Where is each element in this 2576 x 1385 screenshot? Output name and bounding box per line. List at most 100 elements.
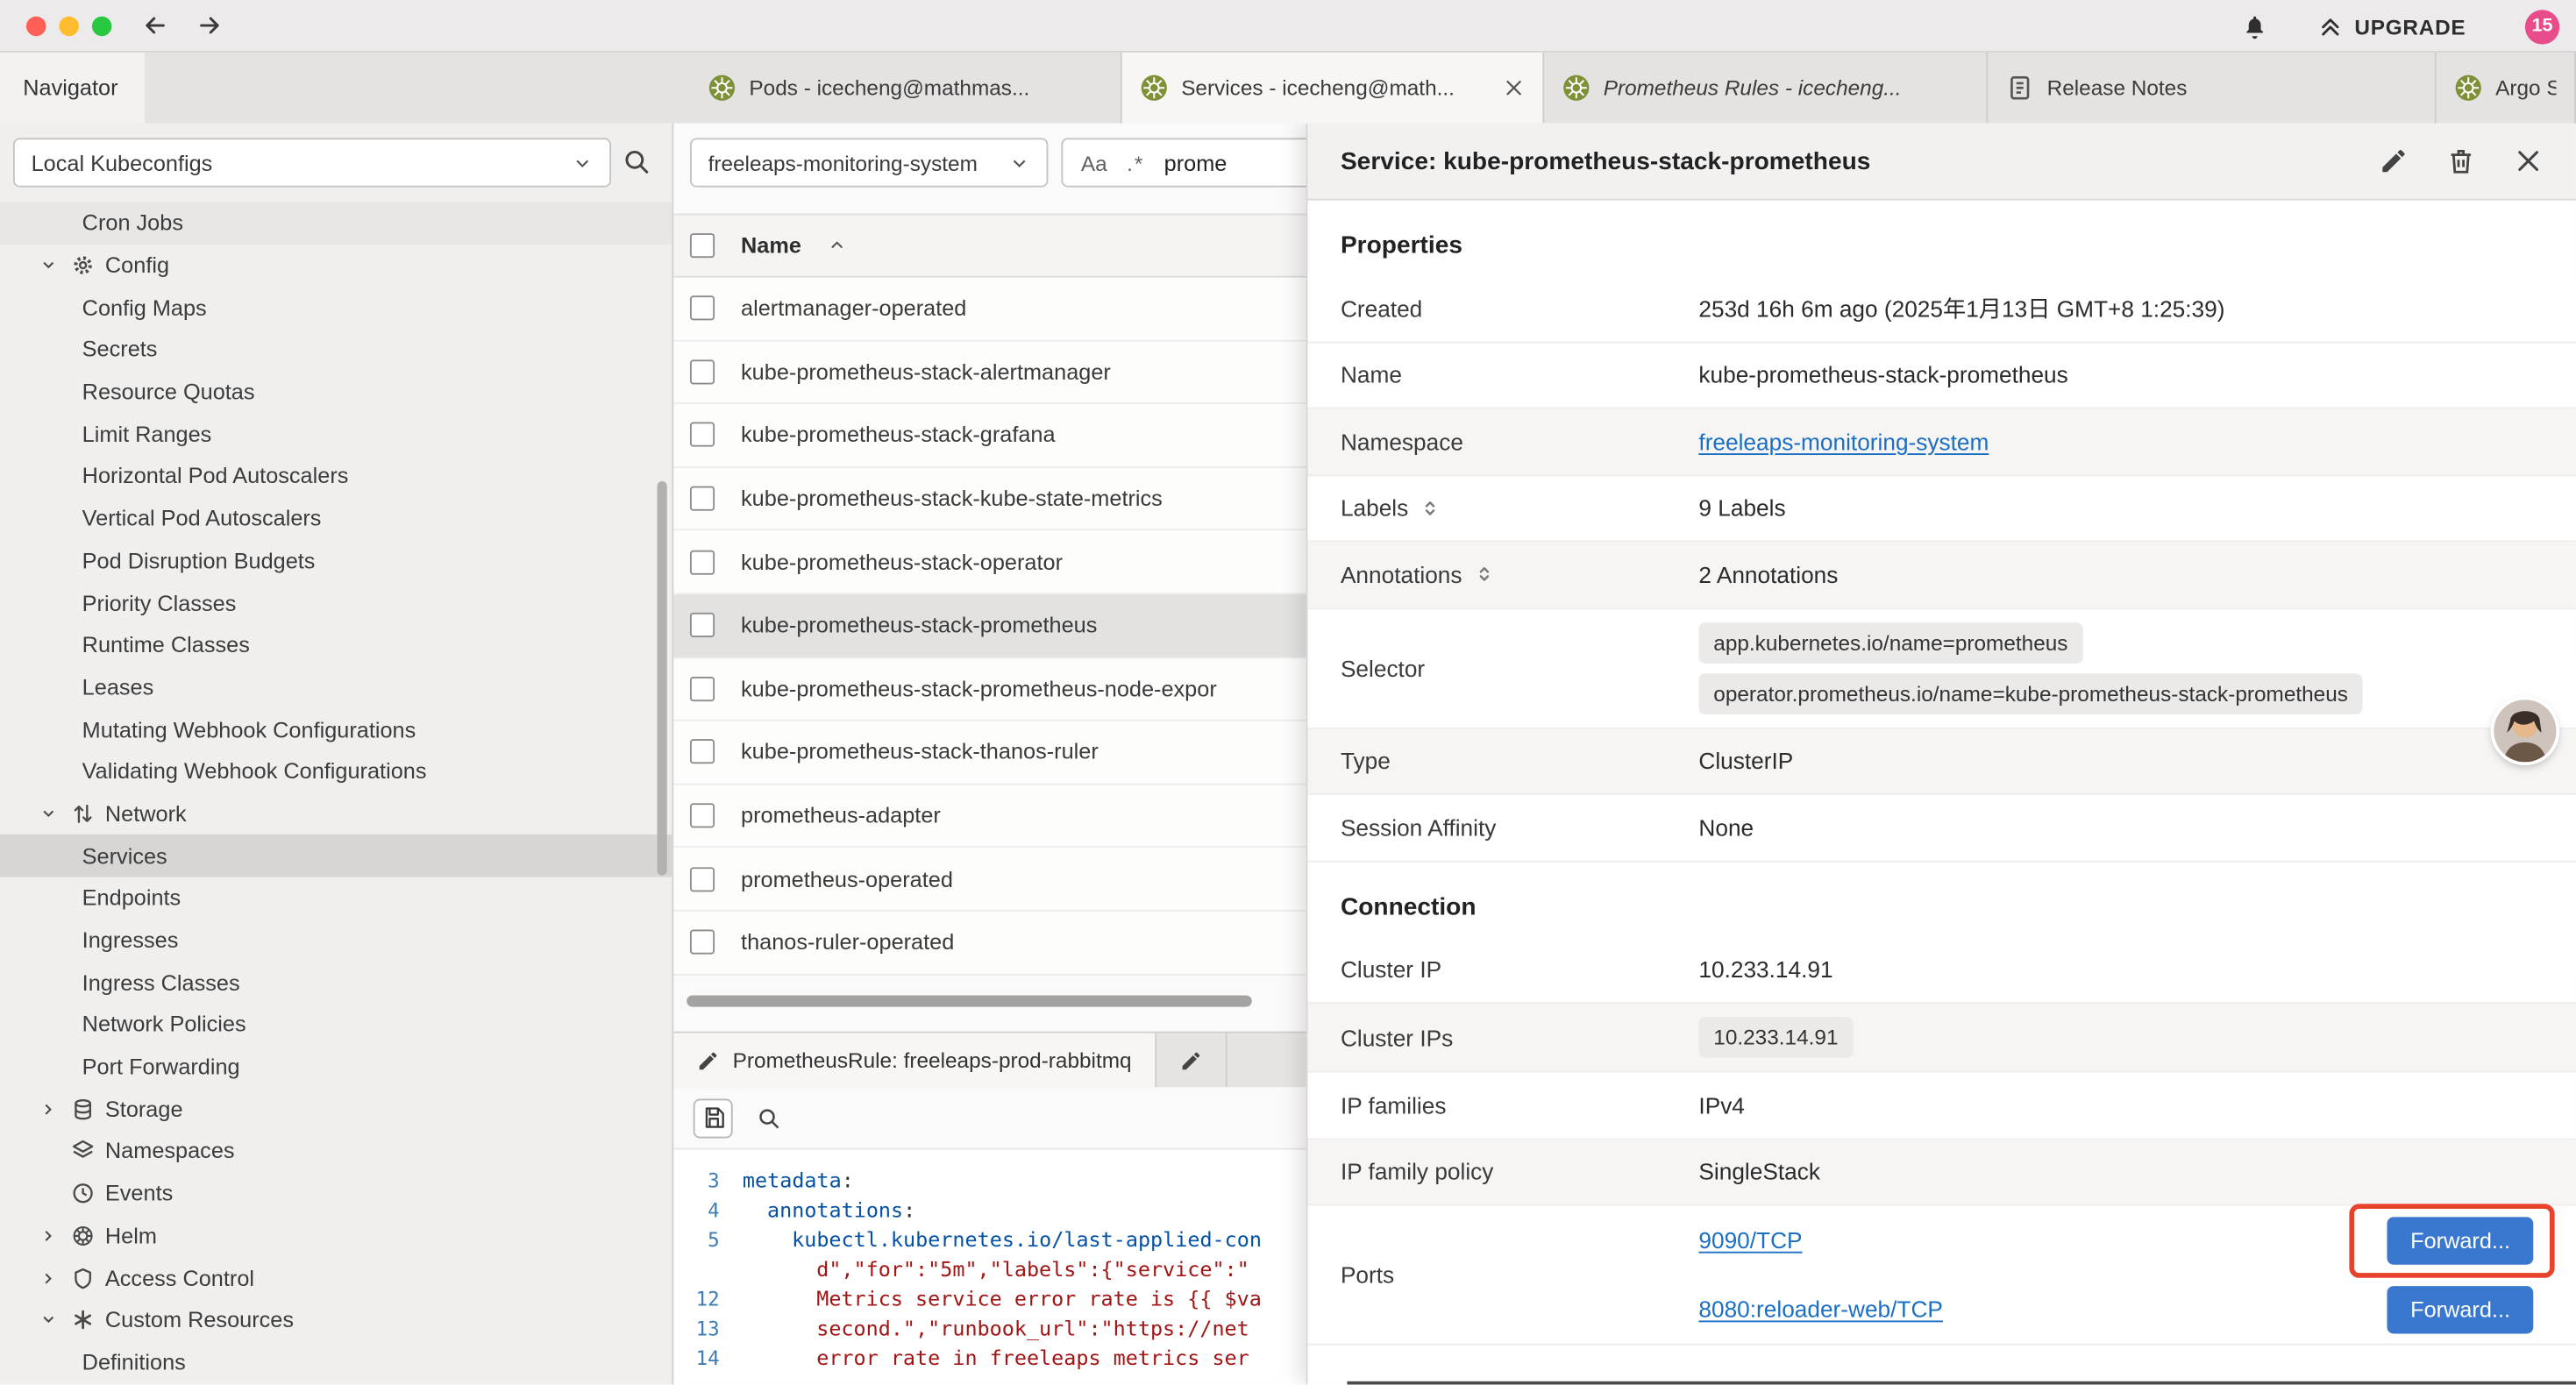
sidebar-item-leases[interactable]: Leases (0, 666, 672, 708)
property-value: 9 Labels (1698, 494, 1785, 521)
sidebar-item-label: Namespaces (105, 1139, 235, 1163)
regex-toggle[interactable]: .* (1127, 150, 1144, 174)
dock-tab[interactable]: PrometheusRule: freeleaps-prod-rabbitmq (673, 1033, 1156, 1088)
table-horizontal-scrollbar[interactable] (687, 995, 1298, 1008)
sort-toggle-icon[interactable] (1474, 564, 1495, 585)
property-value: kube-prometheus-stack-prometheus (1698, 362, 2067, 388)
sidebar-item-access-control[interactable]: Access Control (0, 1257, 672, 1299)
namespace-selector[interactable]: freeleaps-monitoring-system (690, 138, 1048, 187)
sidebar-item-definitions[interactable]: Definitions (0, 1341, 672, 1383)
sidebar-item-label: Network (105, 801, 187, 826)
service-details-drawer: Service: kube-prometheus-stack-prometheu… (1306, 124, 2576, 1385)
sidebar-item-config-maps[interactable]: Config Maps (0, 287, 672, 329)
tab-release-notes[interactable]: Release Notes (1988, 53, 2437, 124)
minimize-window-button[interactable] (59, 17, 78, 36)
port-link[interactable]: 9090/TCP (1698, 1227, 1802, 1254)
property-row-session-affinity: Session AffinityNone (1307, 795, 2575, 862)
dock-tab[interactable] (1156, 1033, 1228, 1088)
row-checkbox[interactable] (690, 867, 715, 891)
sort-toggle-icon[interactable] (1420, 497, 1441, 518)
editor-search-icon[interactable] (756, 1104, 782, 1131)
name-column-header[interactable]: Name (741, 233, 801, 258)
chevron-down-icon[interactable] (39, 1311, 58, 1330)
bell-icon[interactable] (2241, 12, 2269, 40)
zoom-window-button[interactable] (92, 17, 111, 36)
save-button[interactable] (694, 1098, 733, 1138)
sidebar-item-namespaces[interactable]: Namespaces (0, 1130, 672, 1172)
sidebar-item-pod-disruption-budgets[interactable]: Pod Disruption Budgets (0, 540, 672, 582)
close-window-button[interactable] (26, 17, 46, 36)
sidebar-item-helm[interactable]: Helm (0, 1215, 672, 1257)
sidebar-item-validating-webhook-configurations[interactable]: Validating Webhook Configurations (0, 750, 672, 792)
row-checkbox[interactable] (690, 296, 715, 321)
sidebar-item-port-forwarding[interactable]: Port Forwarding (0, 1046, 672, 1088)
property-label: Selector (1341, 655, 1425, 681)
sidebar-item-config[interactable]: Config (0, 245, 672, 287)
tab-prometheus-rules-icecheng[interactable]: Prometheus Rules - icecheng... (1544, 53, 1988, 124)
row-checkbox[interactable] (690, 803, 715, 827)
row-checkbox[interactable] (690, 613, 715, 637)
drawer-header: Service: kube-prometheus-stack-prometheu… (1307, 124, 2575, 201)
sidebar-item-secrets[interactable]: Secrets (0, 329, 672, 371)
sidebar-item-vertical-pod-autoscalers[interactable]: Vertical Pod Autoscalers (0, 497, 672, 539)
sidebar-item-storage[interactable]: Storage (0, 1088, 672, 1130)
sidebar-item-mutating-webhook-configurations[interactable]: Mutating Webhook Configurations (0, 708, 672, 750)
sort-ascending-icon[interactable] (828, 237, 846, 255)
property-label: Type (1341, 748, 1391, 774)
chevron-down-icon[interactable] (39, 805, 58, 823)
line-number: 4 (673, 1196, 743, 1225)
sidebar-item-custom-resources[interactable]: Custom Resources (0, 1299, 672, 1341)
kubeconfig-selector[interactable]: Local Kubeconfigs (13, 138, 611, 187)
property-label: Annotations (1341, 561, 1462, 587)
chevron-down-icon[interactable] (39, 256, 58, 274)
row-checkbox[interactable] (690, 487, 715, 511)
forward-icon[interactable] (196, 11, 224, 39)
row-checkbox[interactable] (690, 359, 715, 384)
close-icon[interactable] (2514, 146, 2544, 176)
forward-button[interactable]: Forward... (2387, 1285, 2533, 1332)
sidebar-item-cron-jobs[interactable]: Cron Jobs (0, 202, 672, 244)
upgrade-button[interactable]: UPGRADE (2318, 14, 2466, 39)
tab-argo-s[interactable]: Argo S (2437, 53, 2576, 124)
sidebar-item-resource-quotas[interactable]: Resource Quotas (0, 371, 672, 413)
sidebar-item-horizontal-pod-autoscalers[interactable]: Horizontal Pod Autoscalers (0, 455, 672, 497)
delete-trash-icon[interactable] (2446, 146, 2476, 176)
sidebar-item-label: Access Control (105, 1266, 254, 1290)
property-link[interactable]: freeleaps-monitoring-system (1698, 429, 1989, 455)
notification-count-badge[interactable]: 15 (2525, 9, 2559, 43)
select-all-checkbox[interactable] (690, 233, 715, 258)
edit-pencil-icon[interactable] (2379, 146, 2409, 176)
user-avatar[interactable] (2494, 700, 2556, 762)
chevron-right-icon[interactable] (39, 1226, 58, 1245)
port-link[interactable]: 8080:reloader-web/TCP (1698, 1296, 1943, 1322)
dock-tab-label: PrometheusRule: freeleaps-prod-rabbitmq (733, 1048, 1132, 1072)
tab-pods-icecheng-mathmas[interactable]: Pods - icecheng@mathmas... (690, 53, 1122, 124)
sidebar-item-services[interactable]: Services (0, 835, 672, 877)
sidebar-item-ingress-classes[interactable]: Ingress Classes (0, 962, 672, 1004)
search-icon[interactable] (621, 146, 652, 178)
kubeconfig-selector-value: Local Kubeconfigs (32, 150, 213, 174)
service-name: kube-prometheus-stack-grafana (741, 423, 1056, 447)
tab-close-icon[interactable] (1503, 77, 1524, 98)
sidebar-item-network[interactable]: Network (0, 792, 672, 835)
sidebar-item-limit-ranges[interactable]: Limit Ranges (0, 413, 672, 455)
match-case-toggle[interactable]: Aa (1081, 150, 1107, 174)
sidebar-scrollbar[interactable] (657, 481, 666, 876)
sidebar-item-priority-classes[interactable]: Priority Classes (0, 582, 672, 624)
row-checkbox[interactable] (690, 740, 715, 764)
sidebar-item-network-policies[interactable]: Network Policies (0, 1004, 672, 1046)
tab-services-icecheng-math[interactable]: Services - icecheng@math... (1122, 53, 1545, 124)
chevron-right-icon[interactable] (39, 1100, 58, 1119)
back-icon[interactable] (141, 11, 169, 39)
sidebar-item-events[interactable]: Events (0, 1172, 672, 1214)
chevron-right-icon[interactable] (39, 1268, 58, 1287)
row-checkbox[interactable] (690, 677, 715, 701)
sidebar-item-runtime-classes[interactable]: Runtime Classes (0, 624, 672, 666)
forward-button[interactable]: Forward... (2387, 1216, 2533, 1263)
port-row: 8080:reloader-web/TCP Forward... (1698, 1275, 2543, 1344)
row-checkbox[interactable] (690, 550, 715, 574)
row-checkbox[interactable] (690, 930, 715, 955)
sidebar-item-endpoints[interactable]: Endpoints (0, 877, 672, 920)
sidebar-item-ingresses[interactable]: Ingresses (0, 920, 672, 962)
row-checkbox[interactable] (690, 423, 715, 447)
